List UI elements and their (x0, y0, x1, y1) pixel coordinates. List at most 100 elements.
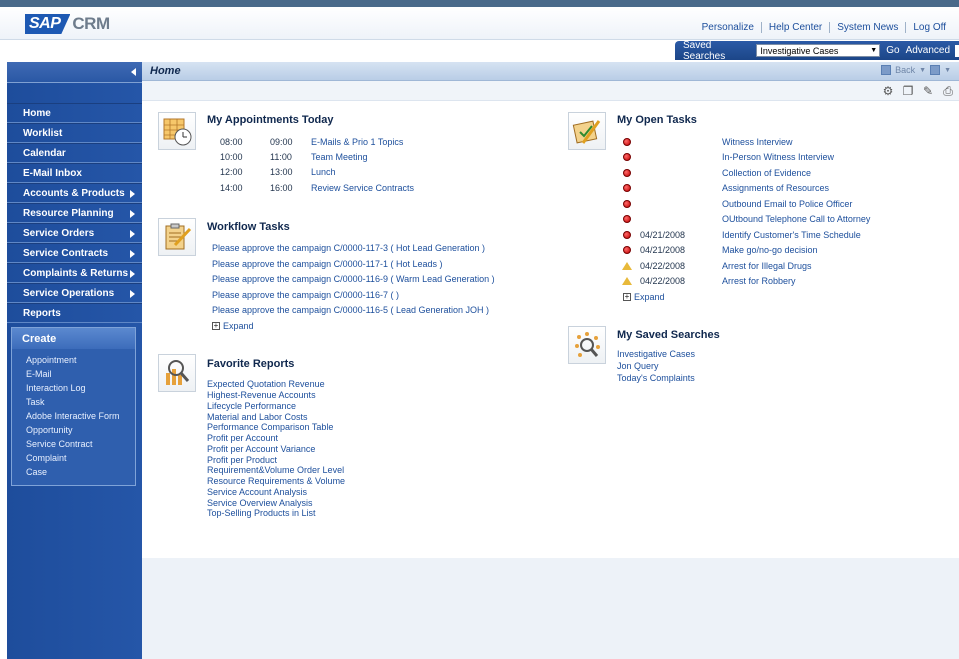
workflow-task-link[interactable]: Please approve the campaign C/0000-116-9… (212, 274, 495, 284)
report-link[interactable]: Service Account Analysis (207, 487, 307, 497)
report-link[interactable]: Material and Labor Costs (207, 412, 308, 422)
report-link[interactable]: Highest-Revenue Accounts (207, 390, 316, 400)
task-link[interactable]: Make go/no-go decision (722, 245, 818, 255)
red-status-icon (623, 231, 631, 239)
create-appointment-link[interactable]: Appointment (12, 353, 135, 367)
report-link[interactable]: Top-Selling Products in List (207, 508, 316, 518)
red-status-icon (623, 215, 631, 223)
advanced-search-link[interactable]: Advanced (906, 45, 950, 56)
task-link[interactable]: Arrest for Robbery (722, 276, 796, 286)
back-navigation: Back ▼ ▼ (881, 65, 951, 75)
nav-item-label: Service Operations (23, 287, 115, 299)
tasks-expand[interactable]: + Expand (623, 292, 665, 302)
open-tasks-title: My Open Tasks (617, 114, 697, 126)
red-status-icon (623, 169, 631, 177)
sap-crm-logo: SAP CRM (25, 13, 110, 35)
edit-pencil-icon[interactable]: ✎ (921, 84, 935, 98)
appointment-link[interactable]: E-Mails & Prio 1 Topics (311, 137, 403, 147)
report-link[interactable]: Performance Comparison Table (207, 422, 333, 432)
red-status-icon (623, 246, 631, 254)
task-row: 04/22/2008 Arrest for Illegal Drugs (614, 261, 812, 271)
red-status-icon (623, 138, 631, 146)
task-link[interactable]: Assignments of Resources (722, 183, 829, 193)
settings-gear-icon[interactable]: ⚙ (881, 84, 895, 98)
task-row: In-Person Witness Interview (614, 152, 834, 162)
task-link[interactable]: Collection of Evidence (722, 168, 811, 178)
nav-item-home[interactable]: Home (7, 103, 142, 123)
log-off-link[interactable]: Log Off (905, 22, 953, 33)
workflow-expand[interactable]: + Expand (212, 321, 254, 331)
collapse-nav-icon[interactable] (131, 68, 136, 76)
back-icon[interactable] (881, 65, 892, 75)
saved-search-link[interactable]: Today's Complaints (617, 373, 695, 383)
create-opportunity-link[interactable]: Opportunity (12, 423, 135, 437)
workflow-task-link[interactable]: Please approve the campaign C/0000-116-5… (212, 305, 489, 315)
system-news-link[interactable]: System News (829, 22, 905, 33)
go-button[interactable]: Go (886, 45, 899, 56)
task-link[interactable]: In-Person Witness Interview (722, 152, 834, 162)
report-link[interactable]: Profit per Account Variance (207, 444, 315, 454)
nav-item-accounts-products[interactable]: Accounts & Products (7, 183, 142, 203)
nav-item-email-inbox[interactable]: E-Mail Inbox (7, 163, 142, 183)
back-dropdown-icon[interactable]: ▼ (919, 67, 926, 74)
task-link[interactable]: Arrest for Illegal Drugs (722, 261, 812, 271)
create-task-link[interactable]: Task (12, 395, 135, 409)
create-email-link[interactable]: E-Mail (12, 367, 135, 381)
nav-item-worklist[interactable]: Worklist (7, 123, 142, 143)
nav-item-service-operations[interactable]: Service Operations (7, 283, 142, 303)
saved-search-icon (568, 326, 606, 364)
nav-item-reports[interactable]: Reports (7, 303, 142, 323)
saved-search-link[interactable]: Jon Query (617, 361, 659, 371)
report-link[interactable]: Profit per Product (207, 455, 277, 465)
saved-searches-label: Saved Searches (683, 39, 726, 62)
appointment-row: 10:00 11:00 Team Meeting (220, 152, 368, 162)
workflow-task-link[interactable]: Please approve the campaign C/0000-117-3… (212, 243, 485, 253)
appointment-link[interactable]: Team Meeting (311, 152, 368, 162)
report-link[interactable]: Expected Quotation Revenue (207, 379, 325, 389)
forward-dropdown-icon[interactable]: ▼ (944, 67, 951, 74)
report-link[interactable]: Resource Requirements & Volume (207, 476, 345, 486)
back-button[interactable]: Back (895, 65, 915, 75)
workflow-task-link[interactable]: Please approve the campaign C/0000-117-1… (212, 259, 442, 269)
nav-item-service-orders[interactable]: Service Orders (7, 223, 142, 243)
nav-item-resource-planning[interactable]: Resource Planning (7, 203, 142, 223)
expand-label: Expand (634, 292, 665, 302)
saved-searches-dropdown[interactable]: Investigative Cases ▼ (756, 44, 881, 57)
status-cell (614, 262, 640, 270)
nav-item-complaints-returns[interactable]: Complaints & Returns (7, 263, 142, 283)
workflow-task-link[interactable]: Please approve the campaign C/0000-116-7… (212, 290, 399, 300)
logo-sap: SAP (25, 14, 71, 34)
expand-arrow-icon (130, 250, 135, 258)
help-center-link[interactable]: Help Center (760, 22, 829, 33)
nav-item-label: Complaints & Returns (23, 267, 129, 279)
nav-item-label: E-Mail Inbox (23, 167, 82, 179)
personalize-link[interactable]: Personalize (695, 22, 761, 33)
report-link[interactable]: Profit per Account (207, 433, 278, 443)
red-status-icon (623, 200, 631, 208)
print-icon[interactable]: ⎙ (941, 84, 955, 98)
report-link[interactable]: Lifecycle Performance (207, 401, 296, 411)
nav-item-service-contracts[interactable]: Service Contracts (7, 243, 142, 263)
status-cell (614, 153, 640, 161)
appointment-link[interactable]: Review Service Contracts (311, 183, 414, 193)
create-case-link[interactable]: Case (12, 465, 135, 479)
task-link[interactable]: Outbound Email to Police Officer (722, 199, 852, 209)
task-link[interactable]: Witness Interview (722, 137, 793, 147)
create-adobe-form-link[interactable]: Adobe Interactive Form (12, 409, 135, 423)
nav-item-label: Service Contracts (23, 247, 109, 259)
expand-arrow-icon (130, 290, 135, 298)
create-service-contract-link[interactable]: Service Contract (12, 437, 135, 451)
create-complaint-link[interactable]: Complaint (12, 451, 135, 465)
nav-item-calendar[interactable]: Calendar (7, 143, 142, 163)
task-link[interactable]: Identify Customer's Time Schedule (722, 230, 861, 240)
appointment-start: 12:00 (220, 167, 243, 177)
saved-search-link[interactable]: Investigative Cases (617, 349, 695, 359)
forward-icon[interactable] (930, 65, 941, 75)
new-window-icon[interactable]: ❐ (901, 84, 915, 98)
appointment-link[interactable]: Lunch (311, 167, 336, 177)
report-link[interactable]: Service Overview Analysis (207, 498, 313, 508)
report-link[interactable]: Requirement&Volume Order Level (207, 465, 344, 475)
create-interaction-log-link[interactable]: Interaction Log (12, 381, 135, 395)
task-link[interactable]: OUtbound Telephone Call to Attorney (722, 214, 870, 224)
nav-list: Home Worklist Calendar E-Mail Inbox Acco… (7, 103, 142, 323)
